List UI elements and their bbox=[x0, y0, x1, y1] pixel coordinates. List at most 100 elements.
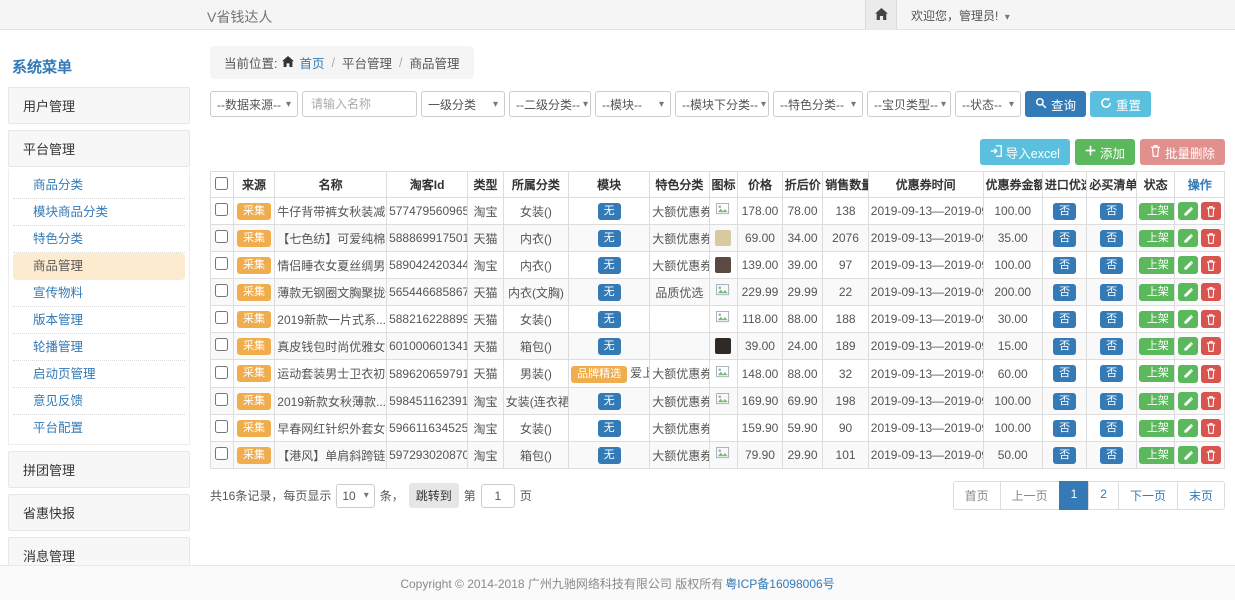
sidebar-item[interactable]: 意见反馈 bbox=[13, 388, 185, 415]
module-badge[interactable]: 无 bbox=[598, 311, 621, 328]
filter-select[interactable]: --特色分类--▾ bbox=[773, 91, 863, 117]
edit-button[interactable] bbox=[1178, 392, 1198, 410]
module-badge[interactable]: 无 bbox=[598, 230, 621, 247]
delete-button[interactable] bbox=[1201, 392, 1221, 410]
filter-select[interactable]: --模块下分类--▾ bbox=[675, 91, 769, 117]
status-button[interactable]: 上架 bbox=[1139, 257, 1175, 274]
filter-select[interactable]: --模块--▾ bbox=[595, 91, 671, 117]
status-button[interactable]: 上架 bbox=[1139, 447, 1175, 464]
sidebar-item[interactable]: 平台配置 bbox=[13, 415, 185, 441]
status-button[interactable]: 上架 bbox=[1139, 420, 1175, 437]
home-button[interactable] bbox=[865, 0, 897, 30]
delete-button[interactable] bbox=[1201, 446, 1221, 464]
module-badge[interactable]: 无 bbox=[598, 420, 621, 437]
import-excel-button[interactable]: 导入excel bbox=[980, 139, 1070, 165]
status-button[interactable]: 上架 bbox=[1139, 230, 1175, 247]
reset-button[interactable]: 重置 bbox=[1090, 91, 1151, 117]
delete-button[interactable] bbox=[1201, 419, 1221, 437]
sidebar-item[interactable]: 商品管理 bbox=[13, 253, 185, 280]
filter-select[interactable]: --二级分类--▾ bbox=[509, 91, 591, 117]
filter-select[interactable]: --数据来源--▾ bbox=[210, 91, 298, 117]
edit-button[interactable] bbox=[1178, 337, 1198, 355]
import-select-toggle[interactable]: 否 bbox=[1053, 365, 1076, 382]
delete-button[interactable] bbox=[1201, 337, 1221, 355]
sidebar-group-item[interactable]: 省惠快报 bbox=[8, 494, 190, 531]
delete-button[interactable] bbox=[1201, 202, 1221, 220]
row-checkbox[interactable] bbox=[215, 338, 228, 351]
edit-button[interactable] bbox=[1178, 419, 1198, 437]
import-select-toggle[interactable]: 否 bbox=[1053, 230, 1076, 247]
row-checkbox[interactable] bbox=[215, 311, 228, 324]
must-buy-toggle[interactable]: 否 bbox=[1100, 338, 1123, 355]
page-number-input[interactable] bbox=[481, 484, 515, 508]
edit-button[interactable] bbox=[1178, 310, 1198, 328]
row-checkbox[interactable] bbox=[215, 230, 228, 243]
select-all-checkbox[interactable] bbox=[215, 177, 228, 190]
import-select-toggle[interactable]: 否 bbox=[1053, 257, 1076, 274]
search-button[interactable]: 查询 bbox=[1025, 91, 1086, 117]
sidebar-item[interactable]: 模块商品分类 bbox=[13, 199, 185, 226]
status-button[interactable]: 上架 bbox=[1139, 203, 1175, 220]
sidebar-item[interactable]: 轮播管理 bbox=[13, 334, 185, 361]
must-buy-toggle[interactable]: 否 bbox=[1100, 447, 1123, 464]
module-badge[interactable]: 无 bbox=[598, 338, 621, 355]
delete-button[interactable] bbox=[1201, 229, 1221, 247]
must-buy-toggle[interactable]: 否 bbox=[1100, 365, 1123, 382]
edit-button[interactable] bbox=[1178, 229, 1198, 247]
page-button[interactable]: 上一页 bbox=[1000, 481, 1060, 510]
module-badge[interactable]: 无 bbox=[598, 257, 621, 274]
sidebar-item[interactable]: 商品分类 bbox=[13, 172, 185, 199]
module-badge[interactable]: 无 bbox=[598, 393, 621, 410]
page-button[interactable]: 末页 bbox=[1177, 481, 1225, 510]
module-badge[interactable]: 无 bbox=[598, 447, 621, 464]
edit-button[interactable] bbox=[1178, 365, 1198, 383]
must-buy-toggle[interactable]: 否 bbox=[1100, 257, 1123, 274]
module-badge[interactable]: 无 bbox=[598, 284, 621, 301]
edit-button[interactable] bbox=[1178, 283, 1198, 301]
sidebar-group-item[interactable]: 拼团管理 bbox=[8, 451, 190, 488]
status-button[interactable]: 上架 bbox=[1139, 338, 1175, 355]
import-select-toggle[interactable]: 否 bbox=[1053, 420, 1076, 437]
import-select-toggle[interactable]: 否 bbox=[1053, 447, 1076, 464]
import-select-toggle[interactable]: 否 bbox=[1053, 393, 1076, 410]
row-checkbox[interactable] bbox=[215, 203, 228, 216]
page-button[interactable]: 下一页 bbox=[1118, 481, 1178, 510]
page-button[interactable]: 首页 bbox=[953, 481, 1001, 510]
delete-button[interactable] bbox=[1201, 283, 1221, 301]
delete-button[interactable] bbox=[1201, 365, 1221, 383]
sidebar-item[interactable]: 版本管理 bbox=[13, 307, 185, 334]
breadcrumb-link-home[interactable]: 首页 bbox=[299, 53, 324, 72]
sidebar-item[interactable]: 宣传物料 bbox=[13, 280, 185, 307]
module-badge[interactable]: 无 bbox=[598, 203, 621, 220]
must-buy-toggle[interactable]: 否 bbox=[1100, 284, 1123, 301]
edit-button[interactable] bbox=[1178, 256, 1198, 274]
delete-button[interactable] bbox=[1201, 310, 1221, 328]
status-button[interactable]: 上架 bbox=[1139, 311, 1175, 328]
edit-button[interactable] bbox=[1178, 202, 1198, 220]
page-button[interactable]: 1 bbox=[1059, 481, 1090, 510]
icp-link[interactable]: 粤ICP备16098006号 bbox=[725, 575, 834, 592]
batch-delete-button[interactable]: 批量删除 bbox=[1140, 139, 1225, 165]
name-input[interactable] bbox=[302, 91, 417, 117]
welcome-dropdown[interactable]: 欢迎您，管理员! ▾ bbox=[911, 7, 1010, 24]
row-checkbox[interactable] bbox=[215, 257, 228, 270]
row-checkbox[interactable] bbox=[215, 420, 228, 433]
module-badge[interactable]: 品牌精选 bbox=[571, 366, 627, 383]
edit-button[interactable] bbox=[1178, 446, 1198, 464]
import-select-toggle[interactable]: 否 bbox=[1053, 203, 1076, 220]
import-select-toggle[interactable]: 否 bbox=[1053, 284, 1076, 301]
sidebar-group-item[interactable]: 用户管理 bbox=[8, 87, 190, 124]
jump-button[interactable]: 跳转到 bbox=[409, 483, 459, 508]
must-buy-toggle[interactable]: 否 bbox=[1100, 393, 1123, 410]
status-button[interactable]: 上架 bbox=[1139, 393, 1175, 410]
status-button[interactable]: 上架 bbox=[1139, 284, 1175, 301]
add-button[interactable]: 添加 bbox=[1075, 139, 1135, 165]
row-checkbox[interactable] bbox=[215, 366, 228, 379]
filter-select[interactable]: --宝贝类型--▾ bbox=[867, 91, 951, 117]
must-buy-toggle[interactable]: 否 bbox=[1100, 203, 1123, 220]
status-button[interactable]: 上架 bbox=[1139, 365, 1175, 382]
row-checkbox[interactable] bbox=[215, 284, 228, 297]
per-page-select[interactable]: 10 ▾ bbox=[336, 484, 374, 508]
sidebar-item[interactable]: 启动页管理 bbox=[13, 361, 185, 388]
page-button[interactable]: 2 bbox=[1088, 481, 1119, 510]
